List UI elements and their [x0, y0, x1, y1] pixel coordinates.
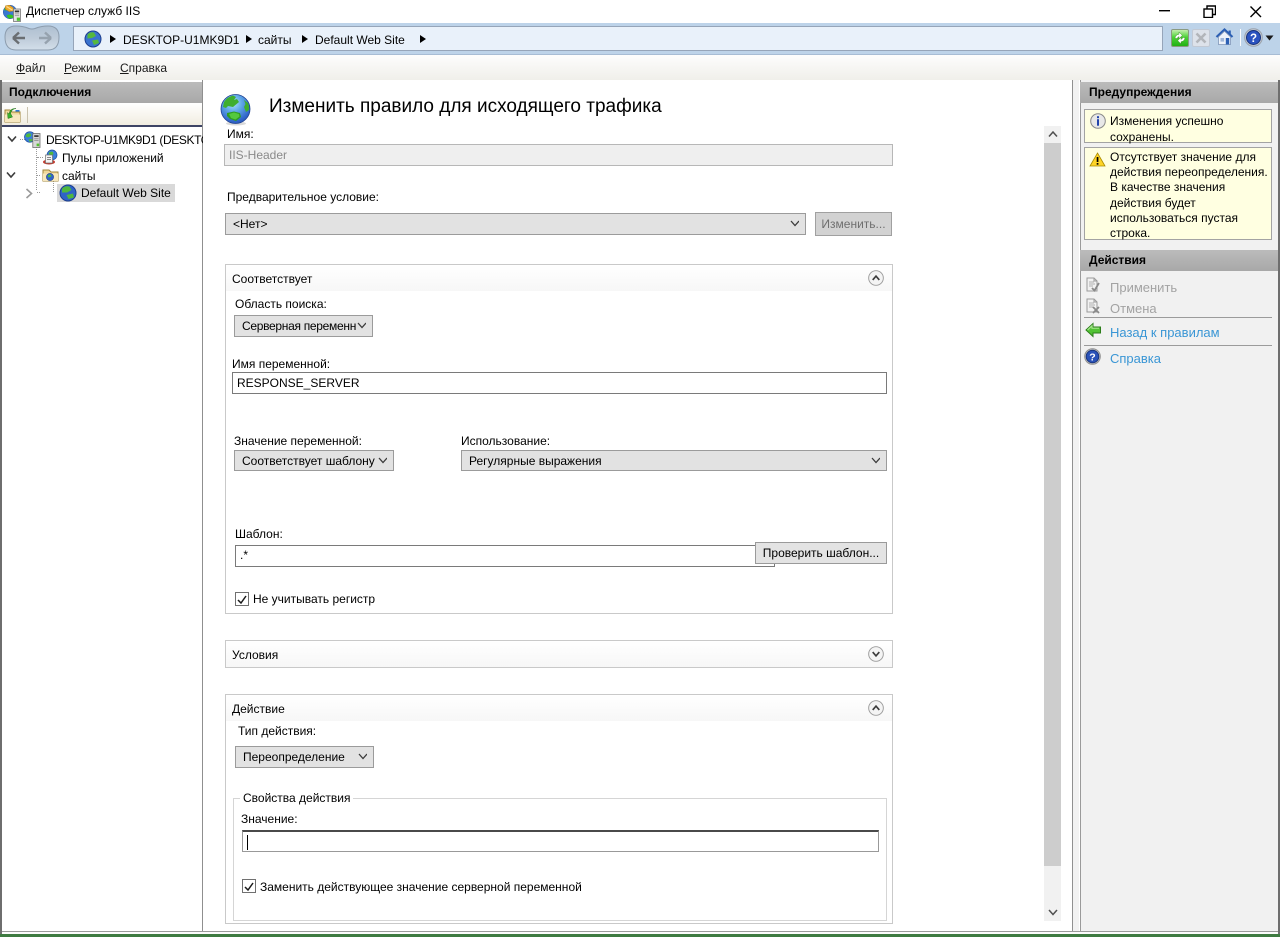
svg-text:?: ? [1089, 352, 1095, 364]
svg-text:?: ? [1250, 33, 1257, 45]
